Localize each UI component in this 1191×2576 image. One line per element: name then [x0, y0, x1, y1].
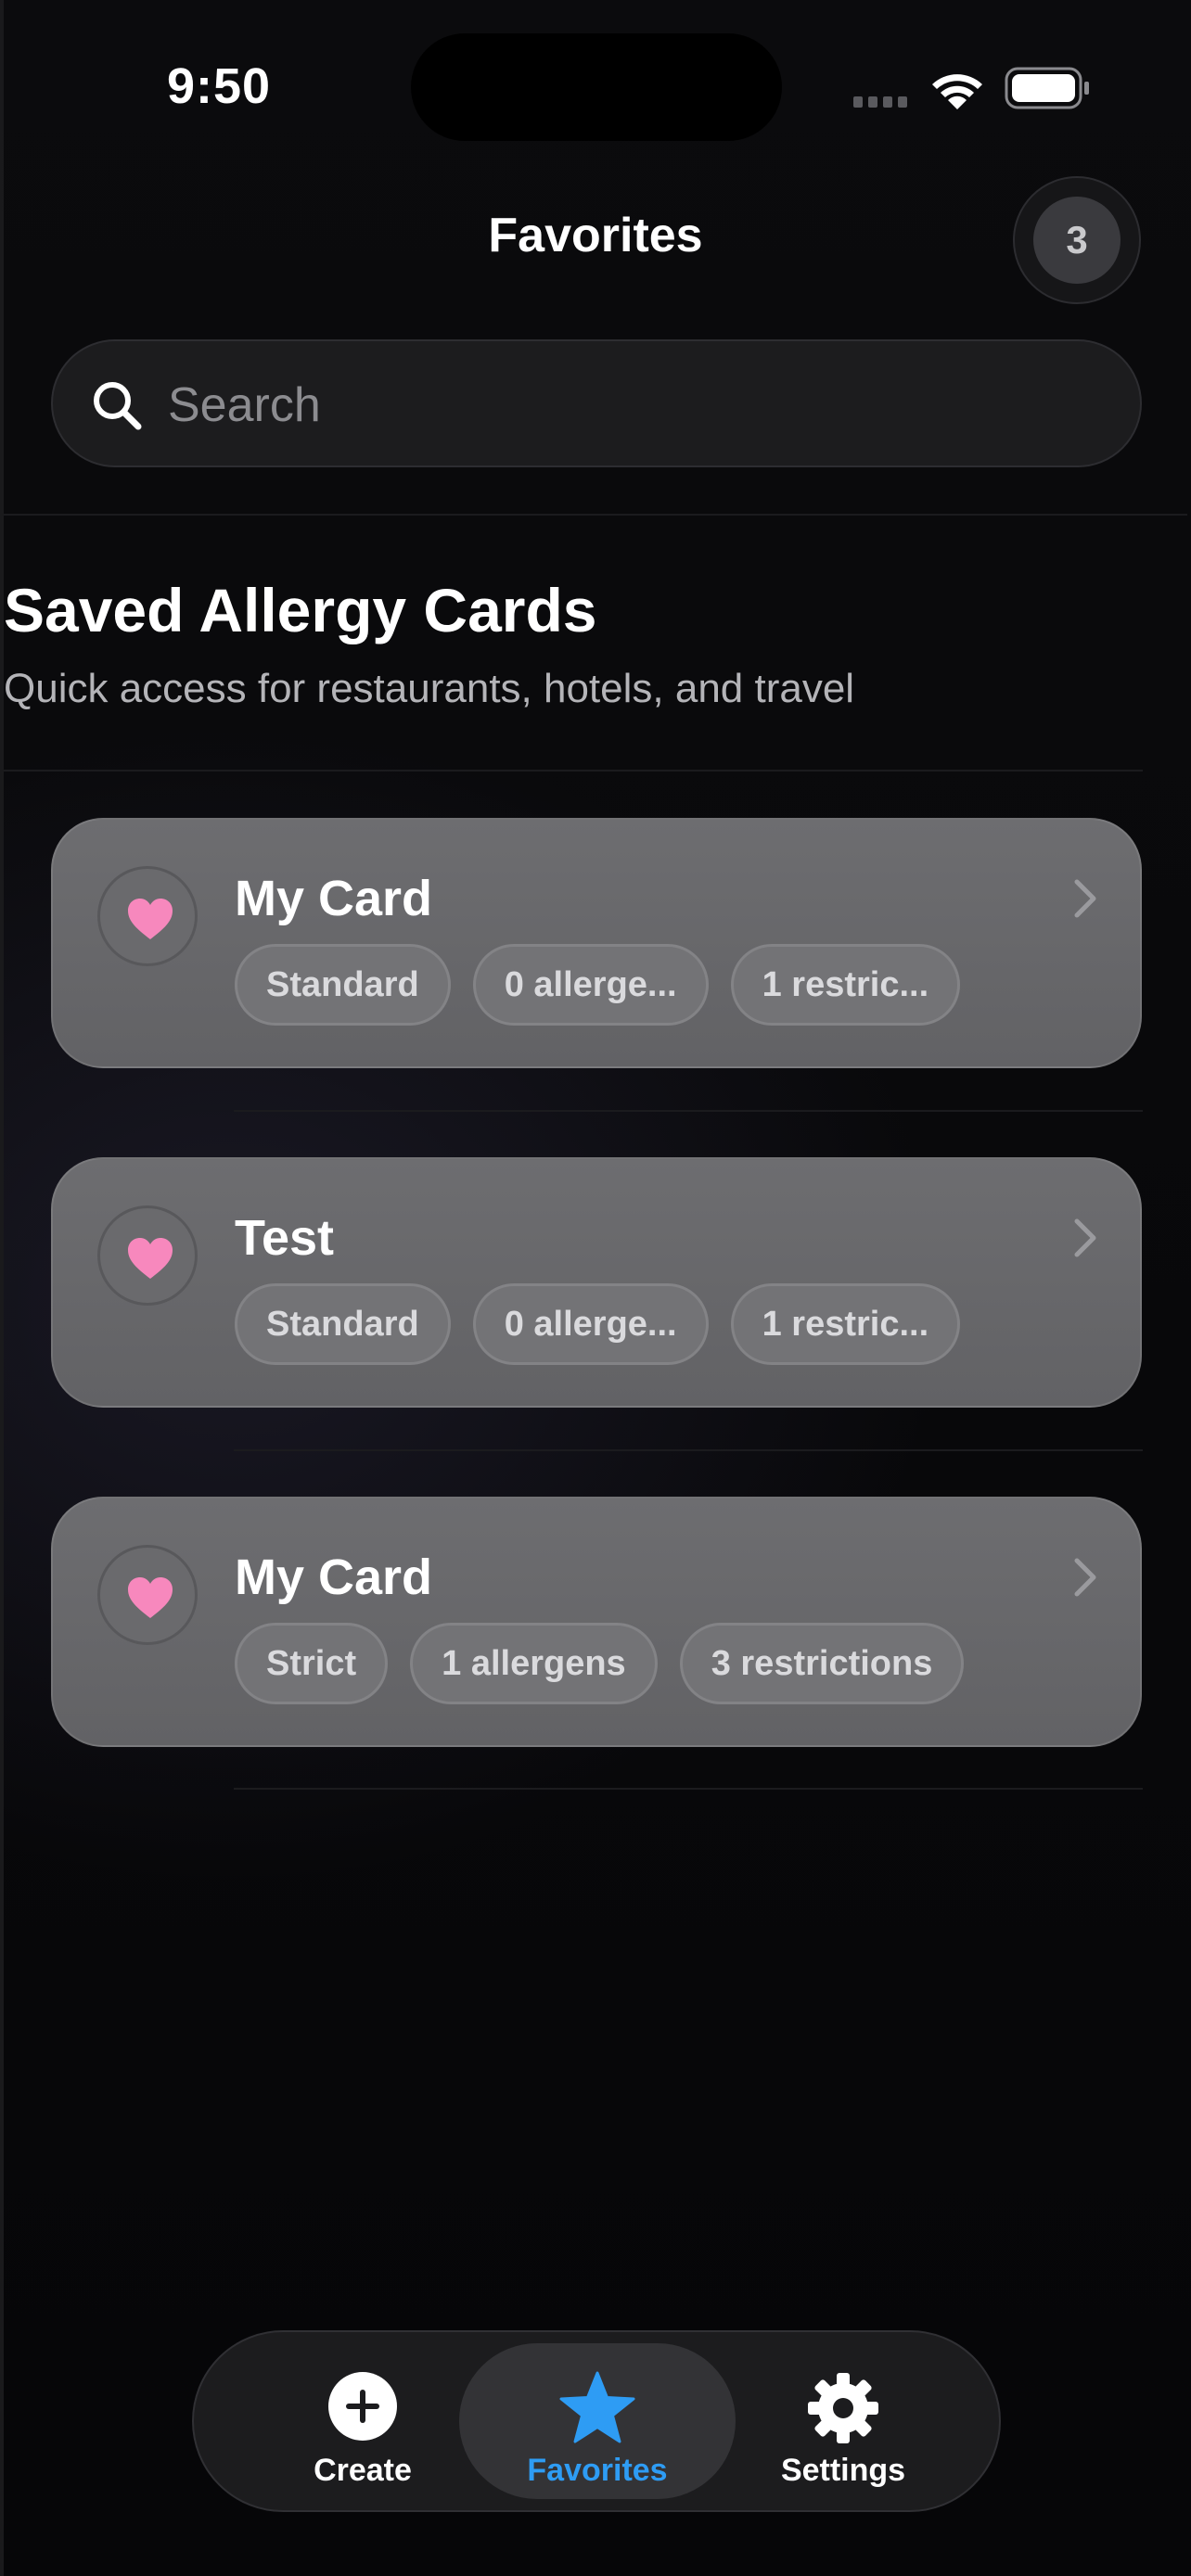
search-icon: [94, 382, 142, 430]
card-tags: Standard 0 allerge... 1 restric...: [235, 1283, 961, 1365]
dynamic-island: [411, 33, 782, 141]
card-tag: 1 restric...: [730, 944, 961, 1026]
card-title: Test: [235, 1210, 335, 1266]
search-input[interactable]: [168, 373, 1095, 438]
plus-circle-icon: [328, 2372, 397, 2441]
card-icon: [97, 866, 198, 966]
card-icon: [97, 1205, 198, 1306]
search-bar[interactable]: [51, 339, 1142, 467]
heart-icon: [128, 899, 173, 939]
battery-icon: [1005, 67, 1089, 109]
allergy-card[interactable]: Test Standard 0 allerge... 1 restric...: [51, 1157, 1142, 1408]
card-title: My Card: [235, 871, 433, 926]
star-icon: [559, 2371, 635, 2443]
section-title: Saved Allergy Cards: [4, 576, 597, 644]
card-title: My Card: [235, 1549, 433, 1605]
card-tags: Standard 0 allerge... 1 restric...: [235, 944, 961, 1026]
favorites-count-button[interactable]: 3: [1013, 176, 1141, 304]
card-tags: Strict 1 allergens 3 restrictions: [235, 1623, 965, 1704]
tab-label: Create: [314, 2453, 412, 2488]
card-tag: Standard: [235, 1283, 451, 1365]
card-tag: 1 restric...: [730, 1283, 961, 1365]
card-tag: 0 allerge...: [472, 944, 709, 1026]
tab-bar: Create Favorites Settings: [192, 2330, 1001, 2512]
allergy-card[interactable]: My Card Standard 0 allerge... 1 restric.…: [51, 818, 1142, 1068]
divider: [234, 1110, 1143, 1112]
chevron-right-icon: [1074, 1218, 1096, 1257]
gear-icon: [808, 2373, 878, 2443]
allergy-card[interactable]: My Card Strict 1 allergens 3 restriction…: [51, 1497, 1142, 1747]
section-subtitle: Quick access for restaurants, hotels, an…: [4, 666, 855, 711]
favorites-count: 3: [1033, 197, 1121, 284]
divider: [234, 1449, 1143, 1451]
tab-label: Favorites: [527, 2453, 668, 2488]
card-tag: Strict: [235, 1623, 389, 1704]
wifi-icon: [932, 74, 982, 109]
card-tag: 3 restrictions: [679, 1623, 965, 1704]
heart-icon: [128, 1238, 173, 1279]
screen-edge: [0, 0, 4, 2576]
status-time: 9:50: [167, 58, 272, 114]
tab-create[interactable]: Create: [270, 2343, 455, 2499]
card-tag: Standard: [235, 944, 451, 1026]
chevron-right-icon: [1074, 879, 1096, 918]
divider: [4, 514, 1187, 516]
divider: [4, 770, 1143, 772]
status-icons: [852, 63, 1093, 115]
tab-label: Settings: [780, 2453, 906, 2488]
cellular-signal-icon: [853, 96, 907, 108]
divider: [234, 1788, 1143, 1790]
card-icon: [97, 1545, 198, 1645]
tab-favorites[interactable]: Favorites: [459, 2343, 736, 2499]
chevron-right-icon: [1074, 1558, 1096, 1597]
tab-settings[interactable]: Settings: [750, 2343, 936, 2499]
card-tag: 1 allergens: [410, 1623, 658, 1704]
card-tag: 0 allerge...: [472, 1283, 709, 1365]
favorites-screen: 9:50 Favorites 3 Search Saved Allergy Ca…: [0, 0, 1191, 2576]
heart-icon: [128, 1577, 173, 1618]
